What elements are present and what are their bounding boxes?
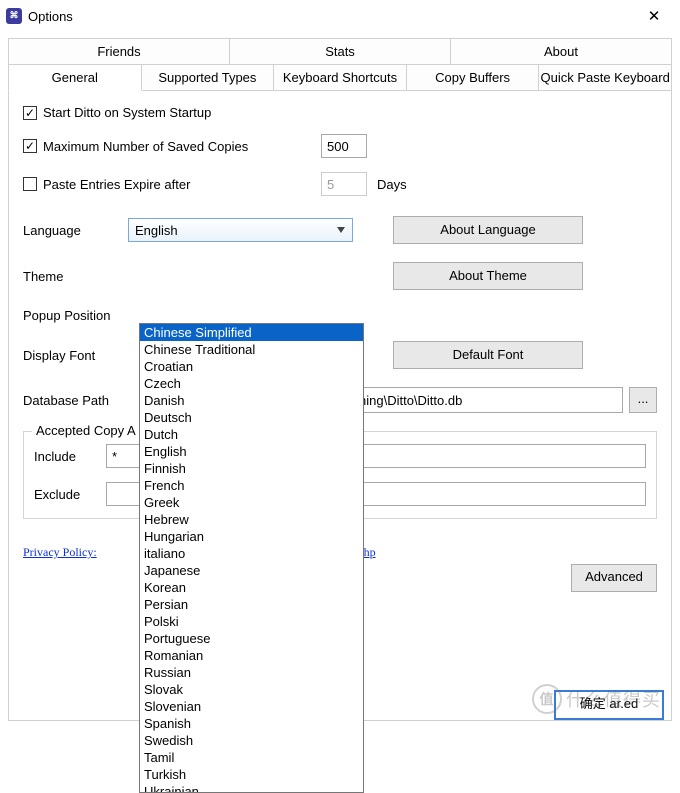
expire-checkbox[interactable] [23,177,37,191]
lang-option[interactable]: Spanish [140,715,363,732]
lang-option[interactable]: Slovenian [140,698,363,715]
watermark-icon: 值 [532,684,562,714]
maxcopies-row: Maximum Number of Saved Copies [23,134,657,158]
expire-label: Paste Entries Expire after [43,177,301,192]
lang-option[interactable]: Chinese Traditional [140,341,363,358]
lang-option[interactable]: Swedish [140,732,363,749]
include-label: Include [34,449,106,464]
exclude-label: Exclude [34,487,106,502]
maxcopies-checkbox[interactable] [23,139,37,153]
startup-row: Start Ditto on System Startup [23,105,657,120]
tab-strip: Friends Stats About General Supported Ty… [8,38,672,91]
default-font-button[interactable]: Default Font [393,341,583,369]
lang-option[interactable]: Dutch [140,426,363,443]
maxcopies-label: Maximum Number of Saved Copies [43,139,301,154]
maxcopies-input[interactable] [321,134,367,158]
lang-option[interactable]: Deutsch [140,409,363,426]
lang-option[interactable]: Danish [140,392,363,409]
lang-option[interactable]: Romanian [140,647,363,664]
popup-row: Popup Position [23,308,657,323]
lang-option[interactable]: Slovak [140,681,363,698]
lang-option[interactable]: Korean [140,579,363,596]
lang-option[interactable]: Turkish [140,766,363,783]
tab-general[interactable]: General [8,64,142,91]
expire-row: Paste Entries Expire after Days [23,172,657,196]
tab-supported-types[interactable]: Supported Types [141,64,275,91]
advanced-button[interactable]: Advanced [571,564,657,592]
lang-option[interactable]: Russian [140,664,363,681]
about-language-button[interactable]: About Language [393,216,583,244]
watermark: 值 什么值得买 [532,684,661,714]
about-theme-button[interactable]: About Theme [393,262,583,290]
lang-option[interactable]: Hebrew [140,511,363,528]
popup-label: Popup Position [23,308,128,323]
theme-label: Theme [23,269,128,284]
tab-quick-paste[interactable]: Quick Paste Keyboard [538,64,672,91]
lang-option[interactable]: Tamil [140,749,363,766]
tab-stats[interactable]: Stats [229,38,451,65]
window-title: Options [28,9,634,24]
lang-option[interactable]: Persian [140,596,363,613]
lang-option[interactable]: Chinese Simplified [140,324,363,341]
expire-input [321,172,367,196]
lang-option[interactable]: Hungarian [140,528,363,545]
close-button[interactable]: ✕ [634,0,674,32]
options-window: ⌘ Options ✕ Friends Stats About General … [0,0,680,728]
privacy-prefix: Privacy Policy: [23,545,97,559]
language-value: English [135,223,178,238]
tab-keyboard-shortcuts[interactable]: Keyboard Shortcuts [273,64,407,91]
db-label: Database Path [23,393,128,408]
language-combo[interactable]: English [128,218,353,242]
lang-option[interactable]: Greek [140,494,363,511]
theme-row: Theme About Theme [23,262,657,290]
lang-option[interactable]: Croatian [140,358,363,375]
lang-option[interactable]: Japanese [140,562,363,579]
lang-option[interactable]: English [140,443,363,460]
accepted-legend: Accepted Copy A [32,423,140,438]
tab-about[interactable]: About [450,38,672,65]
app-icon: ⌘ [6,8,22,24]
startup-label: Start Ditto on System Startup [43,105,211,120]
startup-checkbox[interactable] [23,106,37,120]
titlebar: ⌘ Options ✕ [0,0,680,32]
expire-unit: Days [377,177,407,192]
db-path-input[interactable]: hing\Ditto\Ditto.db [353,387,623,413]
lang-option[interactable]: Portuguese [140,630,363,647]
language-dropdown[interactable]: Chinese SimplifiedChinese TraditionalCro… [139,323,364,793]
db-browse-button[interactable]: ... [629,387,657,413]
lang-option[interactable]: Ukrainian [140,783,363,793]
general-panel: Start Ditto on System Startup Maximum Nu… [8,91,672,721]
tab-copy-buffers[interactable]: Copy Buffers [406,64,540,91]
language-label: Language [23,223,128,238]
language-row: Language English About Language [23,216,657,244]
chevron-down-icon [334,223,348,237]
lang-option[interactable]: italiano [140,545,363,562]
lang-option[interactable]: Czech [140,375,363,392]
lang-option[interactable]: Polski [140,613,363,630]
lang-option[interactable]: French [140,477,363,494]
font-label: Display Font [23,348,128,363]
tab-friends[interactable]: Friends [8,38,230,65]
lang-option[interactable]: Finnish [140,460,363,477]
